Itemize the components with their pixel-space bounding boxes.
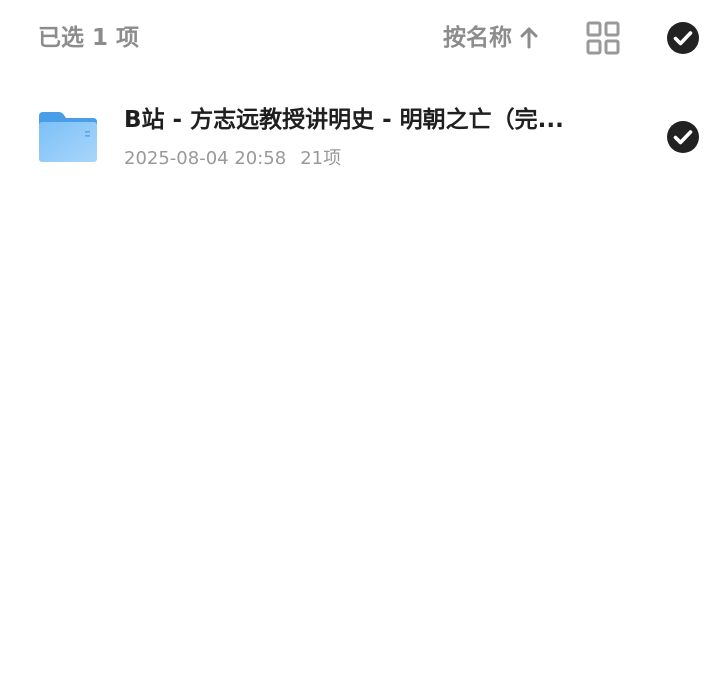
arrow-up-icon: [518, 26, 540, 50]
sort-by-name-button[interactable]: 按名称: [443, 20, 540, 56]
selection-toolbar: 已选 1 项 按名称: [0, 0, 714, 78]
file-meta: 2025-08-04 20:58 21项: [124, 146, 341, 172]
file-item-count: 21项: [300, 148, 342, 169]
selected-count-label: 已选 1 项: [38, 25, 140, 51]
list-item[interactable]: B站 - 方志远教授讲明史 - 明朝之亡（完... 2025-08-04 20:…: [0, 90, 714, 186]
select-all-check-icon[interactable]: [666, 21, 700, 55]
folder-icon: [37, 110, 99, 164]
file-date: 2025-08-04 20:58: [124, 148, 287, 169]
file-picker-page: 已选 1 项 按名称 B站 - 方志远教授讲明史 - 明朝之亡（完... 202…: [0, 0, 714, 691]
item-check-icon[interactable]: [666, 120, 700, 154]
sort-label: 按名称: [443, 25, 512, 51]
file-name: B站 - 方志远教授讲明史 - 明朝之亡（完...: [124, 107, 564, 133]
grid-view-icon[interactable]: [585, 20, 621, 56]
